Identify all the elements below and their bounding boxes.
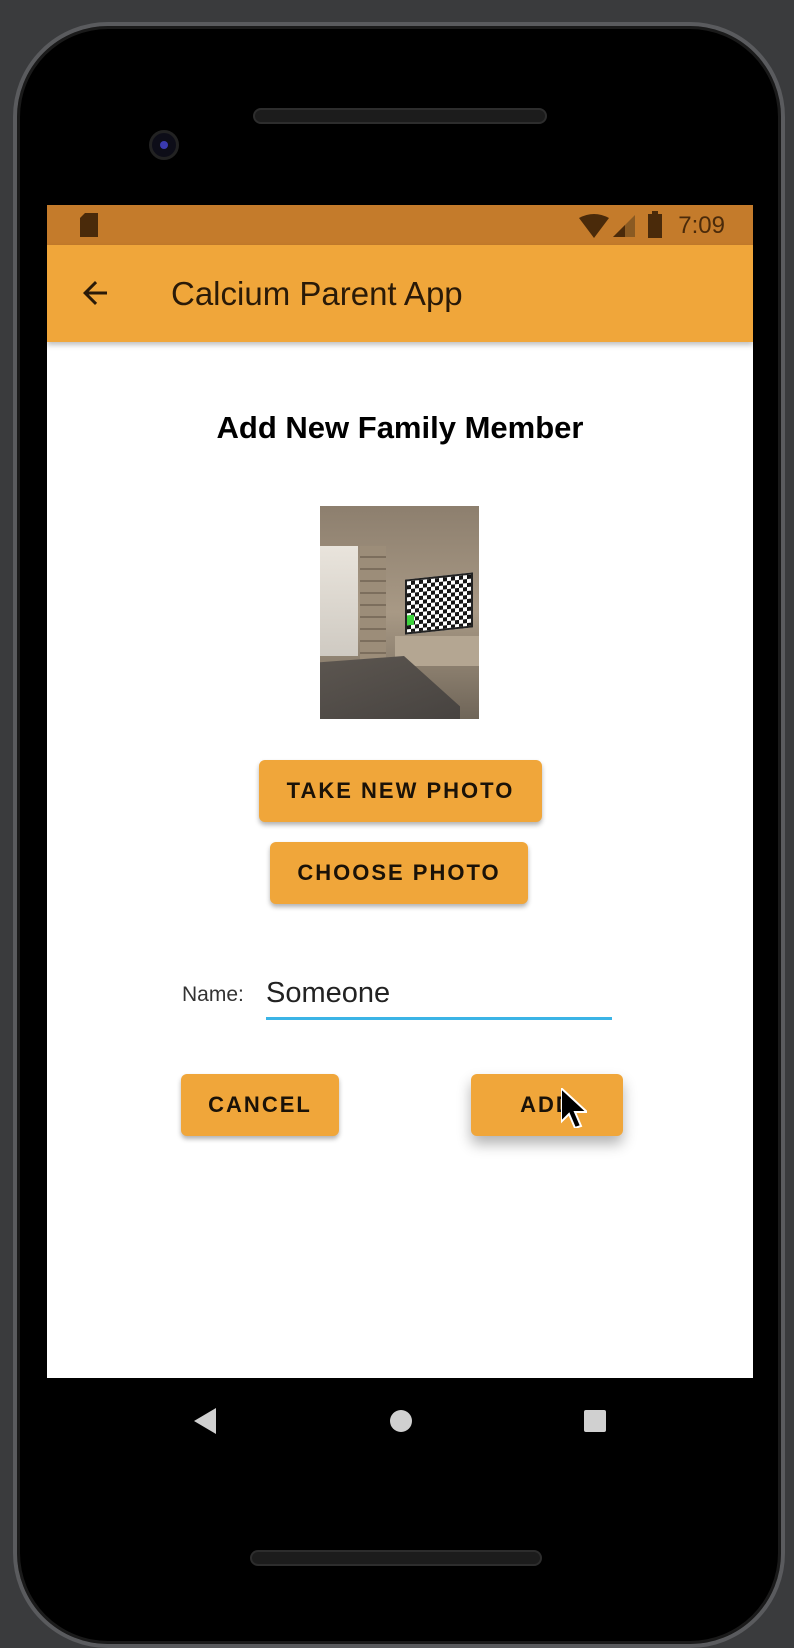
member-photo xyxy=(320,506,479,719)
take-new-photo-button[interactable]: TAKE NEW PHOTO xyxy=(259,760,542,822)
earpiece-speaker xyxy=(253,108,547,124)
sd-card-icon xyxy=(80,213,98,237)
name-label: Name: xyxy=(182,983,244,1006)
nav-back-icon[interactable] xyxy=(194,1408,216,1434)
name-input[interactable] xyxy=(266,970,612,1020)
wifi-icon xyxy=(579,214,609,238)
nav-recents-icon[interactable] xyxy=(584,1410,606,1432)
app-screen: 7:09 Calcium Parent App Add New Family M… xyxy=(47,205,753,1378)
app-bar: Calcium Parent App xyxy=(47,245,753,342)
page-title: Add New Family Member xyxy=(216,410,584,445)
cancel-button[interactable]: CANCEL xyxy=(181,1074,339,1136)
nav-home-icon[interactable] xyxy=(389,1409,413,1433)
status-time: 7:09 xyxy=(678,212,725,239)
bottom-speaker xyxy=(250,1550,542,1566)
cellular-icon xyxy=(613,215,635,237)
app-title: Calcium Parent App xyxy=(171,275,463,312)
add-button[interactable]: ADD xyxy=(471,1074,623,1136)
battery-icon xyxy=(648,211,662,238)
mouse-cursor-icon xyxy=(561,1088,587,1128)
choose-photo-button[interactable]: CHOOSE PHOTO xyxy=(270,842,528,904)
front-camera xyxy=(149,130,179,160)
status-bar: 7:09 xyxy=(47,205,753,245)
arrow-back-icon[interactable] xyxy=(77,275,113,311)
